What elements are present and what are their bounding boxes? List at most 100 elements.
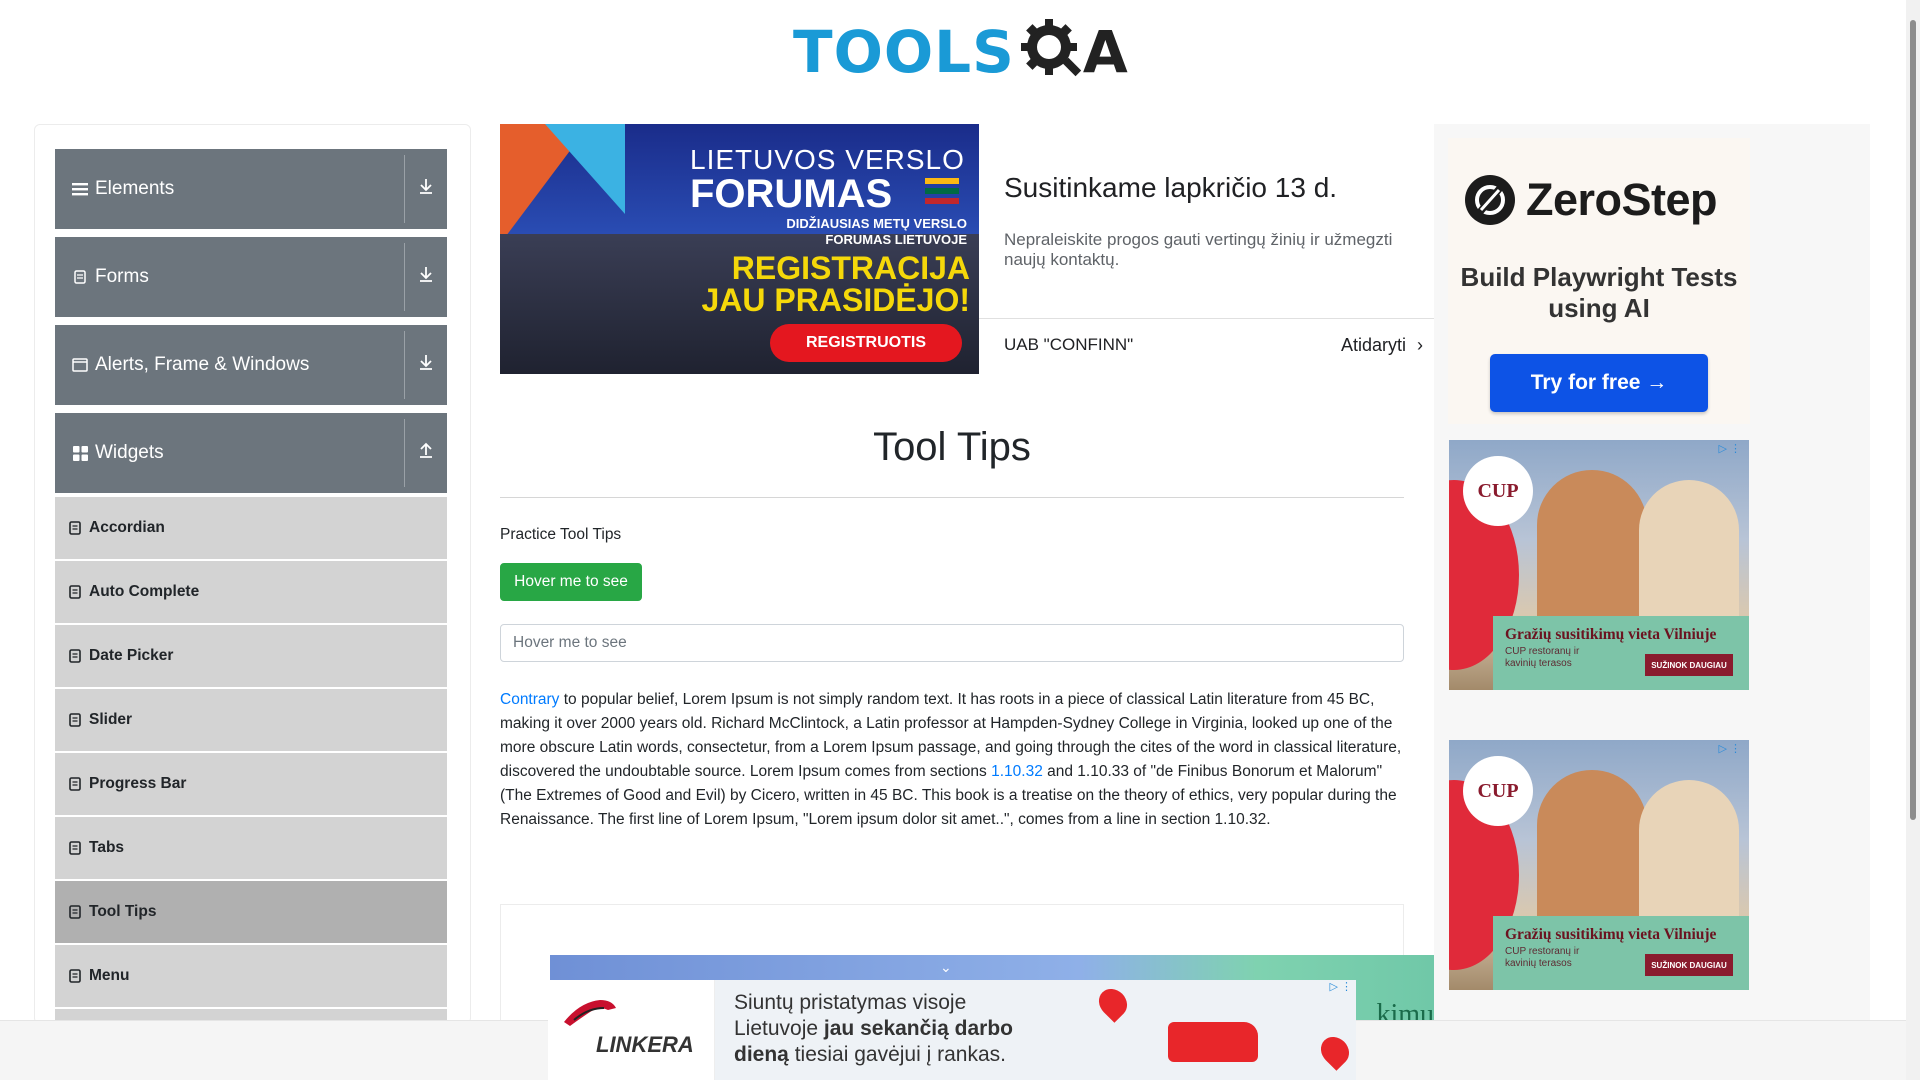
download-arrow-icon[interactable]	[415, 265, 437, 287]
chevron-down-icon[interactable]: ⌄	[940, 959, 952, 976]
sidebar-group-alerts[interactable]: Alerts, Frame & Windows	[55, 325, 447, 405]
sidebar-item-accordian[interactable]: Accordian	[55, 497, 447, 559]
sidebar-item-slider[interactable]: Slider	[55, 689, 447, 751]
item-icon	[69, 585, 81, 599]
ad-line3: DIDŽIAUSIAS METŲ VERSLO FORUMAS LIETUVOJ…	[786, 216, 967, 247]
lorem-paragraph: Contrary to popular belief, Lorem Ipsum …	[500, 688, 1406, 832]
ad-line2: FORUMAS	[690, 172, 893, 216]
ad-description: Nepraleiskite progos gauti vertingų žini…	[1004, 230, 1393, 269]
ad-line4: REGISTRACIJA JAU PRASIDĖJO!	[701, 250, 971, 318]
sidebar-group-forms[interactable]: Forms	[55, 237, 447, 317]
sidebar-item-tool-tips[interactable]: Tool Tips	[55, 881, 447, 943]
sidebar-item-label: Slider	[89, 711, 133, 728]
banner-ad-image[interactable]: LIETUVOS VERSLO FORUMAS DIDŽIAUSIAS METŲ…	[500, 124, 979, 374]
item-icon	[69, 777, 81, 791]
chevron-right-icon: ›	[1417, 335, 1424, 355]
window-icon	[71, 356, 89, 374]
sidebar-group-elements[interactable]: Elements	[55, 149, 447, 229]
item-icon	[69, 521, 81, 535]
document-icon	[71, 268, 89, 286]
cup-cta-button[interactable]: SUŽINOK DAUGIAU	[1645, 654, 1733, 676]
vertical-scrollbar[interactable]	[1906, 0, 1920, 1080]
linkera-logo-box: LINKERA	[548, 980, 715, 1080]
divider	[500, 497, 1404, 498]
sidebar-group-widgets[interactable]: Widgets	[55, 413, 447, 493]
adchoices-icon[interactable]: ▷ ⋮	[1718, 442, 1741, 455]
ad-cta-button[interactable]: REGISTRUOTIS	[770, 324, 962, 362]
cup-logo: CUP	[1463, 456, 1533, 526]
item-icon	[69, 649, 81, 663]
cup-subtext: CUP restoranų ir kavinių terasos	[1505, 946, 1580, 969]
hover-tooltip-button[interactable]: Hover me to see	[500, 563, 642, 601]
item-icon	[69, 969, 81, 983]
sidebar: Elements Forms Alerts, Frame & Windows W…	[34, 124, 471, 1024]
divider	[979, 318, 1436, 319]
practice-label: Practice Tool Tips	[500, 526, 622, 543]
grid-icon	[71, 444, 89, 462]
sidebar-item-progress-bar[interactable]: Progress Bar	[55, 753, 447, 815]
horse-logo-icon	[564, 1000, 616, 1026]
logo-text-tail: A	[1082, 18, 1128, 86]
divider	[404, 155, 405, 223]
page-title: Tool Tips	[873, 425, 1031, 469]
zerostep-ad[interactable]: ZeroStep Build Playwright Tests using AI…	[1448, 138, 1750, 424]
cup-ad[interactable]: CUP Gražių susitikimų vieta Vilniuje CUP…	[1449, 740, 1749, 990]
hover-tooltip-input[interactable]	[500, 624, 1404, 662]
section-link[interactable]: 1.10.32	[991, 763, 1043, 780]
sidebar-item-tabs[interactable]: Tabs	[55, 817, 447, 879]
cup-logo: CUP	[1463, 756, 1533, 826]
ad-open-label: Atidaryti	[1341, 335, 1407, 355]
toolsqa-logo[interactable]: TOOLS A	[793, 12, 1128, 92]
cup-subtext: CUP restoranų ir kavinių terasos	[1505, 646, 1580, 669]
item-icon	[69, 713, 81, 727]
download-arrow-icon[interactable]	[415, 177, 437, 199]
linkera-ad[interactable]: LINKERA Siuntų pristatymas visoje Lietuv…	[548, 980, 1356, 1080]
sidebar-item-label: Auto Complete	[89, 583, 200, 600]
gear-magnifier-icon	[1019, 17, 1085, 88]
divider	[404, 419, 405, 487]
item-icon	[69, 905, 81, 919]
sidebar-item-auto-complete[interactable]: Auto Complete	[55, 561, 447, 623]
upload-arrow-icon[interactable]	[415, 441, 437, 463]
cup-cta-button[interactable]: SUŽINOK DAUGIAU	[1645, 954, 1733, 976]
try-for-free-button[interactable]: Try for free →	[1490, 354, 1708, 412]
item-icon	[69, 841, 81, 855]
sidebar-group-label: Elements	[95, 178, 175, 199]
page: TOOLS A Elements Forms Alerts, Frame & W…	[0, 0, 1920, 1080]
divider	[404, 331, 405, 399]
sidebar-group-label: Widgets	[95, 442, 164, 463]
ad-advertiser: UAB "CONFINN"	[1004, 335, 1134, 354]
zerostep-tagline: Build Playwright Tests using AI	[1460, 262, 1738, 323]
sidebar-item-label: Progress Bar	[89, 775, 187, 792]
banner-ad[interactable]: LIETUVOS VERSLO FORUMAS DIDŽIAUSIAS METŲ…	[500, 124, 1436, 374]
sidebar-item-menu[interactable]: Menu	[55, 945, 447, 1007]
adchoices-icon[interactable]: ▷ ⋮	[1718, 742, 1741, 755]
cup-ad[interactable]: CUP Gražių susitikimų vieta Vilniuje CUP…	[1449, 440, 1749, 690]
zerostep-logo: ZeroStep	[1464, 174, 1718, 226]
sidebar-group-label: Forms	[95, 266, 149, 287]
contrary-link[interactable]: Contrary	[500, 691, 559, 708]
sidebar-item-label: Tabs	[89, 839, 125, 856]
cup-headline: Gražių susitikimų vieta Vilniuje	[1505, 926, 1717, 943]
linkera-message: Siuntų pristatymas visoje Lietuvoje jau …	[734, 990, 1054, 1068]
decor-shape	[545, 124, 625, 214]
message-text: tiesiai gavėjui į rankas.	[788, 1043, 1006, 1066]
sidebar-item-date-picker[interactable]: Date Picker	[55, 625, 447, 687]
scrollbar-thumb[interactable]	[1910, 20, 1916, 820]
ad-open-link[interactable]: Atidaryti ›	[1341, 335, 1423, 356]
sidebar-item-label: Tool Tips	[89, 903, 157, 920]
zerostep-icon	[1465, 175, 1515, 225]
zerostep-brand: ZeroStep	[1526, 174, 1718, 225]
flag-icon	[925, 178, 959, 204]
logo-text: TOOLS	[793, 18, 1015, 86]
ad-title[interactable]: Susitinkame lapkričio 13 d.	[1004, 172, 1337, 204]
sidebar-item-label: Accordian	[89, 519, 165, 536]
download-arrow-icon[interactable]	[415, 353, 437, 375]
delivery-van-icon	[1168, 1022, 1258, 1062]
sidebar-item-label: Menu	[89, 967, 130, 984]
linkera-brand: LINKERA	[596, 1032, 694, 1057]
list-icon	[71, 180, 89, 198]
sidebar-item-label: Date Picker	[89, 647, 174, 664]
adchoices-icon[interactable]: ▷ ⋮	[1329, 980, 1352, 993]
divider	[404, 243, 405, 311]
